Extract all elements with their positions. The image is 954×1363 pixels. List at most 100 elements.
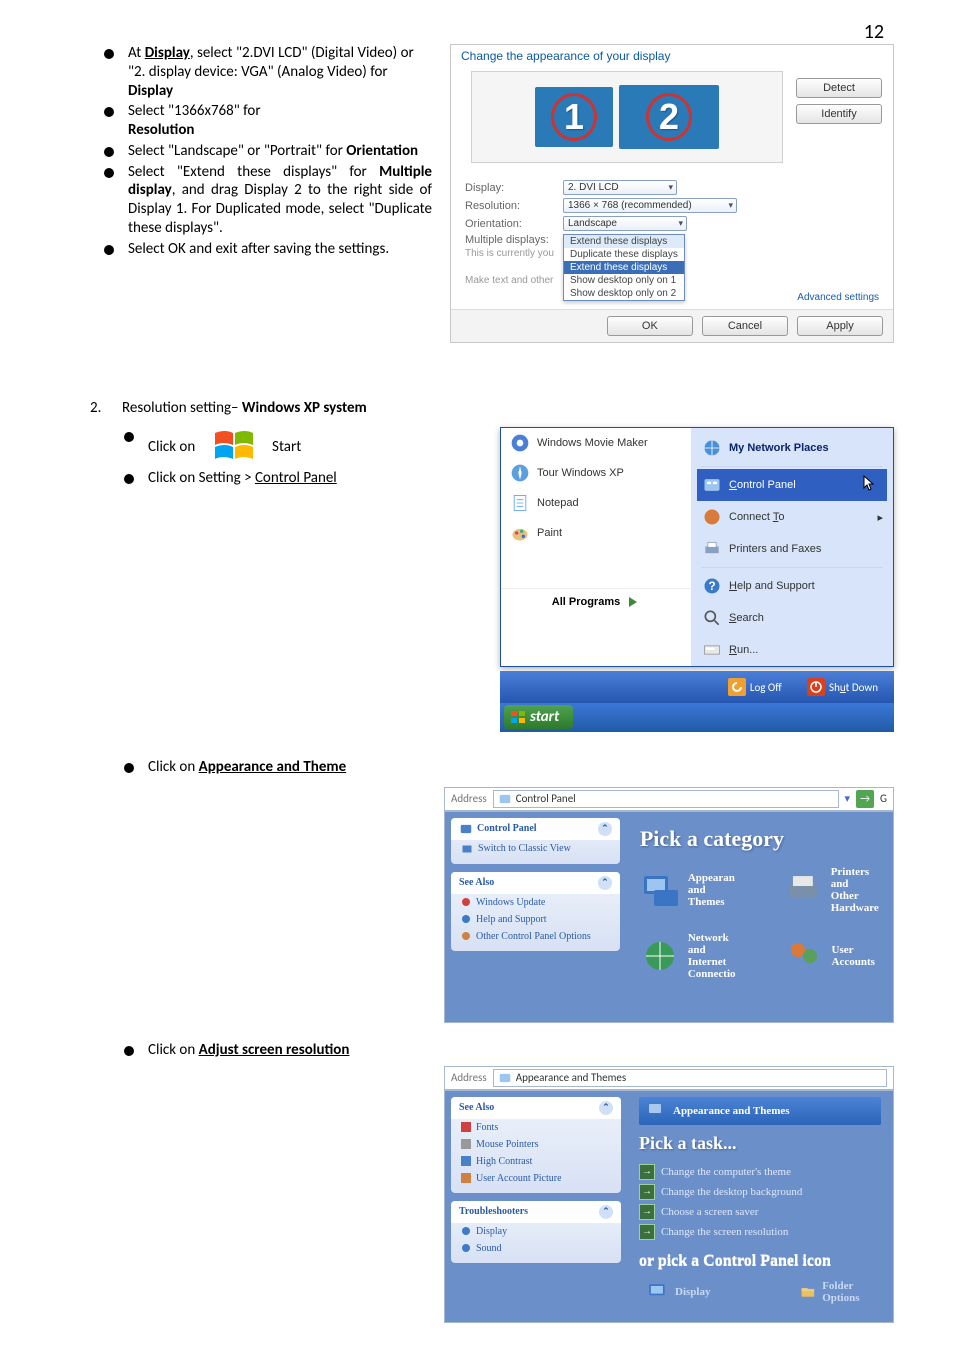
collapse-icon[interactable]: ⌃ [599,1101,613,1115]
other-cp-link[interactable]: Other Control Panel Options [451,928,620,945]
t: Fonts [476,1122,498,1133]
cat-users[interactable]: UserAccounts [784,932,875,980]
connect-icon [701,506,723,528]
display-icon-link[interactable]: Display [647,1280,710,1304]
go-button[interactable]: → [856,790,874,808]
section-2-heading: 2. Resolution setting– Windows XP system [90,399,894,417]
task-theme[interactable]: →Change the computer's theme [639,1162,881,1182]
resolution-select[interactable]: 1366 × 768 (recommended) [563,198,737,213]
address-input-2[interactable]: Appearance and Themes [493,1069,887,1087]
monitor-1[interactable]: 1 [535,87,613,147]
network-places-icon [701,437,723,459]
t: Adjust screen resolution [199,1041,350,1059]
mouse-pointers-link[interactable]: Mouse Pointers [451,1136,621,1153]
t: Printersand OtherHardware [831,866,879,914]
pick-task-heading: Pick a task... [639,1133,881,1154]
t: Control Panel [255,469,337,487]
windows-update-link[interactable]: Windows Update [451,894,620,911]
apply-button[interactable]: Apply [797,316,883,336]
ts-sound-link[interactable]: Sound [451,1240,621,1257]
see-also-box: See Also⌃ Windows Update Help and Suppor… [451,872,620,951]
t: Folder Options [822,1280,873,1304]
identify-button[interactable]: Identify [796,104,882,124]
logoff-icon [728,678,746,696]
em: Display [145,44,190,62]
collapse-icon[interactable]: ⌃ [598,822,612,836]
folder-options-link[interactable]: Folder Options [800,1280,873,1304]
user-picture-link[interactable]: User Account Picture [451,1170,621,1187]
arrow-icon: → [639,1224,655,1240]
collapse-icon[interactable]: ⌃ [598,876,612,890]
other-icon [461,931,471,941]
detect-button[interactable]: Detect [796,78,882,98]
t: High Contrast [476,1156,532,1167]
display-preview[interactable]: 1 2 Detect Identify [471,71,783,163]
orientation-select[interactable]: Landscape [563,216,687,231]
xp-item-run[interactable]: Run... [697,634,887,666]
help-support-link[interactable]: Help and Support [451,911,620,928]
bullet-display: At Display, select "2.DVI LCD" (Digital … [100,44,432,100]
display-select[interactable]: 2. DVI LCD [563,180,677,195]
collapse-icon[interactable]: ⌃ [599,1205,613,1219]
xp-item-moviemaker[interactable]: Windows Movie Maker [501,428,691,458]
t: Mouse Pointers [476,1139,539,1150]
shutdown-icon [807,678,825,696]
display-icon [647,1281,669,1303]
task-resolution[interactable]: → Change the screen resolution [639,1222,881,1242]
run-icon [701,639,723,661]
xp-item-notepad[interactable]: Notepad [501,488,691,518]
fonts-link[interactable]: Fonts [451,1119,621,1136]
t: Change the desktop background [661,1186,802,1198]
all-programs[interactable]: All Programs [501,588,691,615]
xp-item-help[interactable]: ?Help and Support [697,570,887,602]
account-icon [461,1173,471,1183]
arrow-icon: → [639,1184,655,1200]
top-bullet-list: At Display, select "2.DVI LCD" (Digital … [100,44,432,258]
dd-opt-extend[interactable]: Extend these displays [564,235,684,248]
switch-classic-link[interactable]: Switch to Classic View [451,840,620,858]
xp-item-connect[interactable]: Connect To▸ [697,501,887,533]
xp-item-printers[interactable]: Printers and Faxes [697,533,887,565]
xp-item-tour[interactable]: Tour Windows XP [501,458,691,488]
t: Search [729,612,764,624]
ok-button[interactable]: OK [607,316,693,336]
xp-item-network-places[interactable]: My Network Places [697,432,887,464]
ts-display-link[interactable]: Display [451,1223,621,1240]
dd-opt-only2[interactable]: Show desktop only on 2 [564,287,684,300]
multiple-displays-dropdown[interactable]: Extend these displays Duplicate these di… [563,234,685,301]
logoff-button[interactable]: Log Off [720,675,790,699]
t: Display [476,1226,507,1237]
svg-text:?: ? [708,580,715,593]
task-background[interactable]: → Change the desktop background [639,1182,881,1202]
bullet-click-start: Click on Start [120,427,482,467]
t: Select "Landscape" or "Portrait" for [128,142,346,160]
shutdown-button[interactable]: Shut Down [799,675,886,699]
dd-opt-extend2[interactable]: Extend these displays [564,261,684,274]
xp-start-menu: Windows Movie Maker Tour Windows XP Note… [500,427,894,667]
task-screensaver[interactable]: →Choose a screen saver [639,1202,881,1222]
cat-appearance[interactable]: AppearanandThemes [640,866,735,914]
t: Click on [148,438,195,456]
windows-flag-icon [510,709,526,725]
address-input[interactable]: Control Panel [493,790,839,808]
control-panel-icon [701,474,723,496]
monitor-2[interactable]: 2 [619,85,719,149]
t: All Programs [552,596,620,608]
arrow-right-icon [626,595,640,609]
xp-item-paint[interactable]: Paint [501,518,691,548]
folder-icon [800,1281,816,1303]
appearance-icon [647,1101,667,1121]
t: Change the screen resolution [661,1226,788,1238]
dd-opt-only1[interactable]: Show desktop only on 1 [564,274,684,287]
dd-opt-dup[interactable]: Duplicate these displays [564,248,684,261]
cat-network[interactable]: NetworkandInternetConnectio [640,932,736,980]
cursor-icon [863,475,877,493]
xp-item-control-panel[interactable]: Control Panel [697,469,887,501]
high-contrast-link[interactable]: High Contrast [451,1153,621,1170]
cat-printers[interactable]: Printersand OtherHardware [783,866,879,914]
t: Paint [537,527,562,539]
start-button[interactable]: start [504,705,573,729]
xp-item-search[interactable]: Search [697,602,887,634]
moviemaker-icon [509,432,531,454]
cancel-button[interactable]: Cancel [702,316,788,336]
